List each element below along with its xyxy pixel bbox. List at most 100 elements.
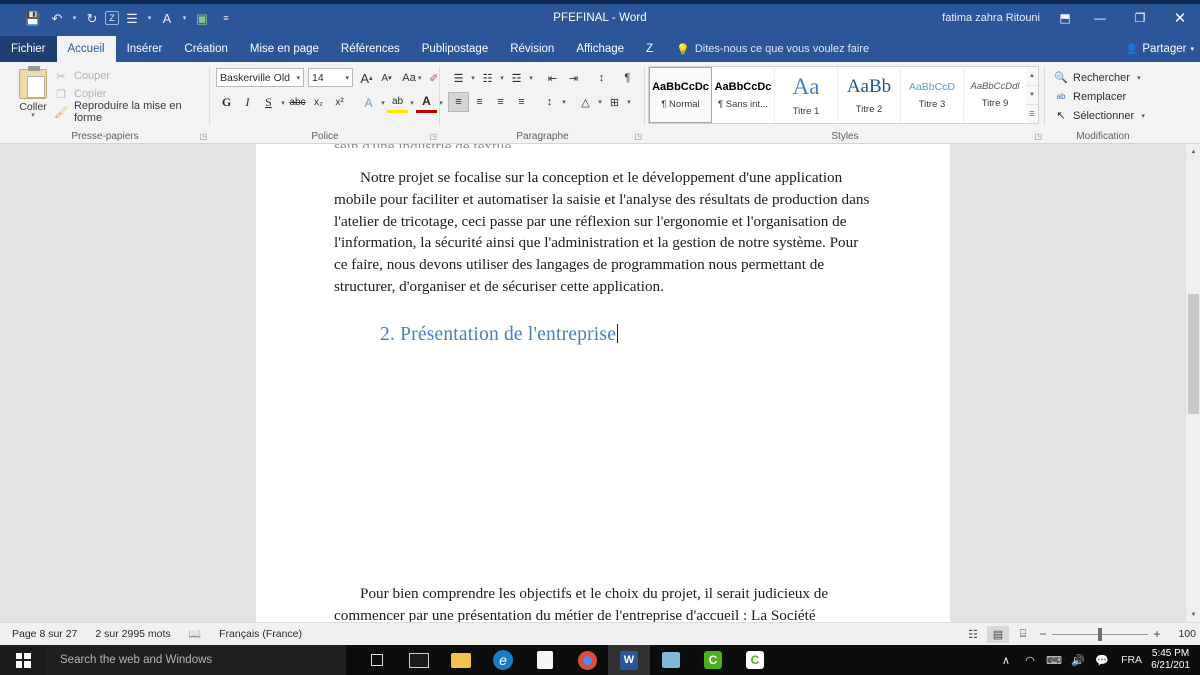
align-left-button[interactable]: ≡	[448, 92, 469, 112]
file-explorer-icon[interactable]	[440, 645, 482, 675]
input-language-indicator[interactable]: FRA	[1114, 654, 1149, 666]
reader-icon[interactable]	[650, 645, 692, 675]
bold-button[interactable]: G	[216, 92, 237, 113]
show-formatting-marks-button[interactable]: ¶	[617, 68, 638, 88]
select-caret-icon[interactable]: ▾	[1139, 112, 1147, 120]
bullets-caret-icon[interactable]: ▾	[469, 74, 477, 82]
zoom-slider-thumb[interactable]	[1098, 627, 1102, 641]
chrome-icon[interactable]	[566, 645, 608, 675]
tab-revision[interactable]: Révision	[499, 36, 565, 62]
clipboard-dialog-launcher-icon[interactable]: ◳	[199, 132, 207, 141]
styles-scroll-down-icon[interactable]: ▼	[1026, 86, 1038, 105]
line-spacing-button[interactable]: ↕	[539, 92, 560, 112]
camtasia-icon[interactable]: C	[692, 645, 734, 675]
style-item-titre-1[interactable]: Aa Titre 1	[775, 67, 838, 123]
shading-button[interactable]: △	[575, 92, 596, 112]
styles-more-icon[interactable]: ☰	[1026, 105, 1038, 123]
find-button[interactable]: 🔍 Rechercher ▾	[1054, 68, 1147, 87]
scroll-up-icon[interactable]: ▲	[1186, 144, 1200, 159]
zoom-in-button[interactable]: +	[1151, 627, 1163, 641]
tab-accueil[interactable]: Accueil	[56, 36, 116, 62]
replace-button[interactable]: ab Remplacer	[1054, 87, 1147, 106]
tell-me-search[interactable]: 💡 Dites-nous ce que vous voulez faire	[664, 36, 869, 62]
styles-scroll-up-icon[interactable]: ▲	[1026, 67, 1038, 86]
grow-font-button[interactable]: A ▴	[357, 68, 376, 88]
multilevel-list-button[interactable]: ☲	[506, 68, 527, 88]
tab-zotero[interactable]: Z	[635, 36, 664, 62]
style-item-titre-2[interactable]: AaBb Titre 2	[838, 67, 901, 123]
paste-dropdown-icon[interactable]: ▾	[31, 112, 35, 119]
bullets-button[interactable]: ☰	[448, 68, 469, 88]
font-dialog-launcher-icon[interactable]: ◳	[429, 132, 437, 141]
align-center-button[interactable]: ≡	[469, 92, 490, 112]
scrollbar-thumb[interactable]	[1188, 294, 1199, 414]
show-hidden-icons-icon[interactable]: ∧	[994, 645, 1018, 675]
italic-button[interactable]: I	[237, 92, 258, 113]
shading-caret-icon[interactable]: ▾	[596, 98, 604, 106]
borders-caret-icon[interactable]: ▾	[625, 98, 633, 106]
subscript-button[interactable]: x₂	[308, 92, 329, 113]
proofing-icon[interactable]: 📖	[180, 629, 210, 640]
cut-button[interactable]: ✂ Couper	[52, 67, 210, 85]
font-color-button[interactable]: A	[416, 92, 437, 113]
style-item-sans-interligne[interactable]: AaBbCcDc ¶ Sans int...	[712, 67, 775, 123]
taskbar-search-input[interactable]: Search the web and Windows	[46, 645, 346, 675]
style-item-titre-3[interactable]: AaBbCcD Titre 3	[901, 67, 964, 123]
language-indicator[interactable]: Français (France)	[210, 628, 311, 640]
sort-button[interactable]: ↕	[591, 68, 612, 88]
document-canvas[interactable]: sein d'une industrie de textile. Notre p…	[0, 144, 1200, 622]
edge-icon[interactable]: e	[482, 645, 524, 675]
device-icon[interactable]: ⌨	[1042, 645, 1066, 675]
zoom-out-button[interactable]: −	[1037, 627, 1049, 641]
select-button[interactable]: ↖ Sélectionner ▾	[1054, 106, 1147, 125]
tab-mise-en-page[interactable]: Mise en page	[239, 36, 330, 62]
change-case-button[interactable]: Aa ▾	[400, 68, 426, 88]
text-effects-caret-icon[interactable]: ▾	[379, 99, 387, 107]
text-effects-button[interactable]: A	[358, 92, 379, 113]
line-spacing-caret-icon[interactable]: ▾	[560, 98, 568, 106]
page-indicator[interactable]: Page 8 sur 27	[0, 628, 86, 640]
scroll-down-icon[interactable]: ▼	[1186, 607, 1200, 622]
volume-icon[interactable]: 🔊	[1066, 645, 1090, 675]
underline-caret-icon[interactable]: ▾	[279, 99, 287, 107]
highlight-button[interactable]: ab	[387, 92, 408, 113]
zoom-level[interactable]: 100	[1166, 628, 1196, 640]
camtasia-recorder-icon[interactable]: C	[734, 645, 776, 675]
format-painter-button[interactable]: 🖌 Reproduire la mise en forme	[52, 100, 210, 124]
font-size-combobox[interactable]: 14 ▾	[308, 68, 353, 87]
tab-affichage[interactable]: Affichage	[565, 36, 635, 62]
ribbon-display-options-icon[interactable]: ⬒	[1050, 3, 1080, 33]
tab-references[interactable]: Références	[330, 36, 411, 62]
tab-inserer[interactable]: Insérer	[116, 36, 174, 62]
tab-publipostage[interactable]: Publipostage	[411, 36, 500, 62]
increase-indent-button[interactable]: ⇥	[563, 68, 584, 88]
vertical-scrollbar[interactable]: ▲ ▼	[1185, 144, 1200, 622]
justify-button[interactable]: ≡	[511, 92, 532, 112]
document-heading-2[interactable]: 2. Présentation de l'entreprise	[334, 323, 619, 346]
word-count[interactable]: 2 sur 2995 mots	[86, 628, 179, 640]
clock[interactable]: 5:45 PM 6/21/201	[1149, 648, 1196, 672]
web-layout-button[interactable]: ⌸	[1012, 626, 1034, 643]
tab-fichier[interactable]: Fichier	[0, 36, 57, 62]
underline-button[interactable]: S	[258, 92, 279, 113]
print-layout-button[interactable]: ▤	[987, 625, 1009, 643]
document-page-2[interactable]: Pour bien comprendre les objectifs et le…	[256, 499, 950, 622]
decrease-indent-button[interactable]: ⇤	[542, 68, 563, 88]
align-right-button[interactable]: ≡	[490, 92, 511, 112]
font-name-combobox[interactable]: Baskerville Old ▾	[216, 68, 304, 87]
find-caret-icon[interactable]: ▾	[1135, 74, 1143, 82]
borders-button[interactable]: ⊞	[604, 92, 625, 112]
notifications-icon[interactable]: 💬	[1090, 645, 1114, 675]
styles-dialog-launcher-icon[interactable]: ◳	[1034, 132, 1042, 141]
highlight-caret-icon[interactable]: ▾	[408, 99, 416, 107]
document-paragraph-2[interactable]: Pour bien comprendre les objectifs et le…	[334, 583, 872, 622]
word-taskbar-icon[interactable]: W	[608, 645, 650, 675]
wifi-icon[interactable]: ◠	[1018, 645, 1042, 675]
style-item-titre-9[interactable]: AaBbCcDdl Titre 9	[964, 67, 1027, 123]
task-view-icon[interactable]	[356, 645, 398, 675]
document-paragraph-1[interactable]: Notre projet se focalise sur la concepti…	[334, 167, 872, 298]
user-account-name[interactable]: fatima zahra Ritouni	[942, 12, 1040, 24]
tab-creation[interactable]: Création	[173, 36, 238, 62]
store-icon[interactable]	[524, 645, 566, 675]
zoom-slider[interactable]	[1052, 627, 1148, 642]
